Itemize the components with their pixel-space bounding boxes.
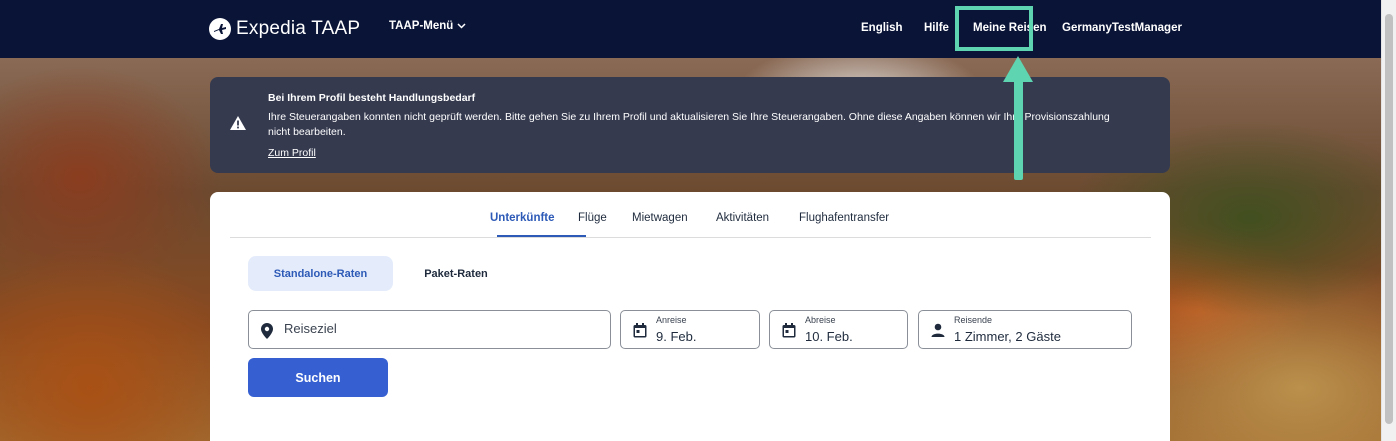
profile-link[interactable]: Zum Profil <box>268 147 316 159</box>
checkout-value: 10. Feb. <box>805 329 853 344</box>
account-menu[interactable]: GermanyTestManager <box>1062 22 1182 34</box>
scrollbar-thumb[interactable] <box>1385 14 1393 424</box>
language-link[interactable]: English <box>861 22 903 34</box>
tab-flights[interactable]: Flüge <box>578 212 607 224</box>
person-icon <box>931 323 945 337</box>
taap-menu-label: TAAP-Menü <box>389 20 454 32</box>
checkin-date-field[interactable]: Anreise 9. Feb. <box>620 310 760 349</box>
alert-title: Bei Ihrem Profil besteht Handlungsbedarf <box>268 92 476 104</box>
calendar-icon <box>633 323 647 338</box>
destination-placeholder: Reiseziel <box>284 321 337 336</box>
tab-activities[interactable]: Aktivitäten <box>716 212 769 224</box>
package-rates-button[interactable]: Paket-Raten <box>406 256 506 291</box>
standalone-rates-button[interactable]: Standalone-Raten <box>248 256 393 291</box>
annotation-arrow-shaft <box>1014 80 1023 180</box>
chevron-down-icon <box>457 23 466 29</box>
top-header: Expedia TAAP TAAP-Menü English Hilfe Mei… <box>0 0 1381 58</box>
my-trips-highlight-box <box>955 6 1033 51</box>
location-pin-icon <box>261 323 273 339</box>
calendar-icon <box>782 323 796 338</box>
tab-accommodations[interactable]: Unterkünfte <box>490 212 555 224</box>
checkin-value: 9. Feb. <box>656 329 697 344</box>
taap-menu-button[interactable]: TAAP-Menü <box>389 20 466 32</box>
checkout-date-field[interactable]: Abreise 10. Feb. <box>769 310 908 349</box>
travelers-label: Reisende <box>954 315 993 325</box>
warning-icon <box>230 116 246 130</box>
expedia-logo[interactable]: Expedia TAAP <box>209 17 360 41</box>
help-link[interactable]: Hilfe <box>924 22 949 34</box>
search-card: Unterkünfte Flüge Mietwagen Aktivitäten … <box>210 192 1170 441</box>
travelers-field[interactable]: Reisende 1 Zimmer, 2 Gäste <box>918 310 1132 349</box>
active-tab-indicator <box>497 235 586 237</box>
destination-field[interactable]: Reiseziel <box>248 310 611 349</box>
search-button[interactable]: Suchen <box>248 358 388 397</box>
checkout-label: Abreise <box>805 315 836 325</box>
checkin-label: Anreise <box>656 315 687 325</box>
annotation-arrow-head <box>1003 56 1033 82</box>
travelers-value: 1 Zimmer, 2 Gäste <box>954 329 1061 344</box>
tab-airport-transfer[interactable]: Flughafentransfer <box>799 212 889 224</box>
logo-text: Expedia TAAP <box>236 18 361 39</box>
plane-logo-icon <box>209 18 231 40</box>
profile-alert-banner: Bei Ihrem Profil besteht Handlungsbedarf… <box>210 77 1170 173</box>
product-tabs: Unterkünfte Flüge Mietwagen Aktivitäten … <box>230 192 1151 238</box>
tab-car-rental[interactable]: Mietwagen <box>632 212 688 224</box>
page-scrollbar[interactable] <box>1381 0 1396 441</box>
alert-message: Ihre Steuerangaben konnten nicht geprüft… <box>268 111 1110 138</box>
